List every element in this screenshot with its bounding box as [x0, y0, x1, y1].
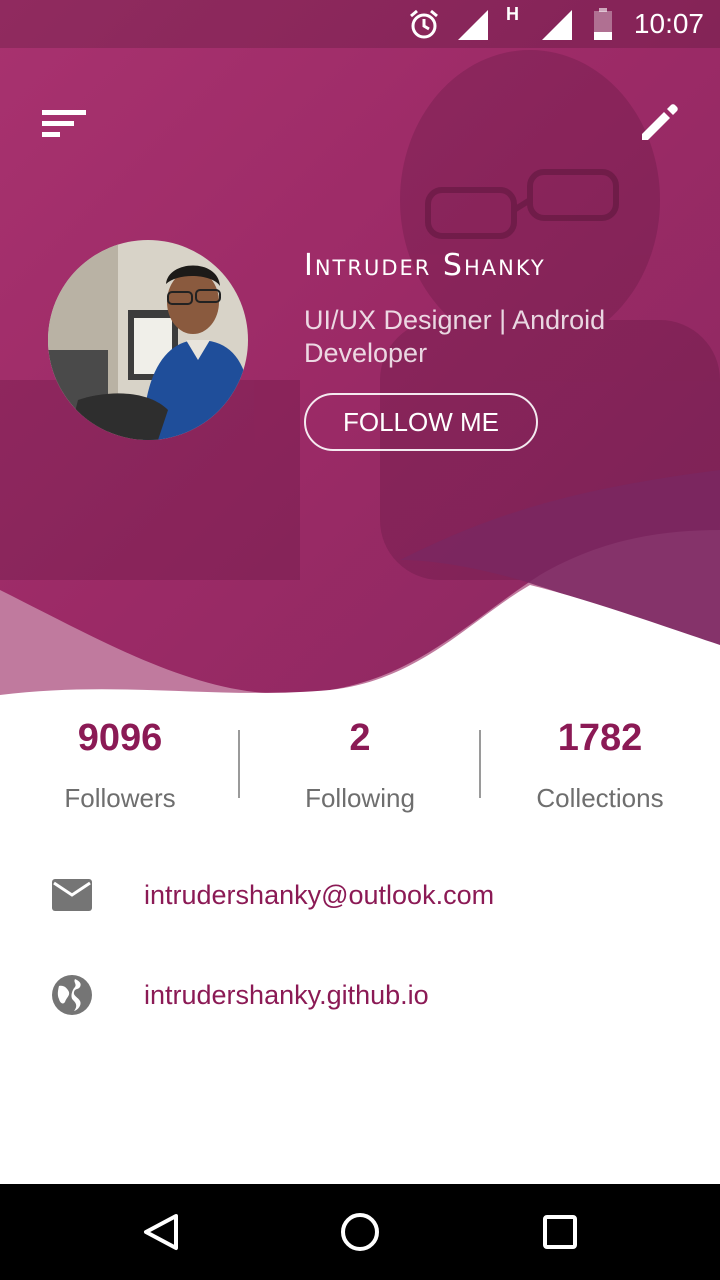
- profile-header: H 10:07 Intruder Shanky UI/UX Designer |…: [0, 0, 720, 720]
- alarm-icon: [410, 9, 438, 39]
- follow-me-button[interactable]: FOLLOW ME: [304, 393, 538, 451]
- back-icon[interactable]: [132, 1204, 188, 1260]
- email-icon: [52, 879, 92, 911]
- stat-followers[interactable]: 9096 Followers: [0, 706, 240, 826]
- contact-website: intrudershanky.github.io: [144, 980, 429, 1010]
- signal-icon: [458, 10, 488, 40]
- stat-collections[interactable]: 1782 Collections: [480, 706, 720, 826]
- stat-label: Collections: [536, 783, 664, 813]
- pencil-edit-icon[interactable]: [632, 94, 688, 150]
- status-time: 10:07: [633, 8, 704, 39]
- battery-icon: [594, 8, 612, 40]
- stat-label: Followers: [64, 783, 176, 813]
- globe-icon: [52, 975, 92, 1015]
- contact-email-row[interactable]: intrudershanky@outlook.com: [0, 855, 720, 935]
- sort-menu-icon[interactable]: [36, 100, 92, 148]
- signal-h-icon: [542, 10, 572, 40]
- system-nav-bar: [0, 1184, 720, 1280]
- avatar[interactable]: [48, 240, 248, 440]
- stat-label: Following: [305, 783, 415, 813]
- recents-icon[interactable]: [532, 1204, 588, 1260]
- contact-website-row[interactable]: intrudershanky.github.io: [0, 955, 720, 1035]
- profile-name: Intruder Shanky: [304, 248, 546, 283]
- network-type-label: H: [506, 4, 519, 24]
- stat-following[interactable]: 2 Following: [240, 706, 480, 826]
- status-bar: H 10:07: [0, 0, 720, 48]
- profile-title: UI/UX Designer | Android Developer: [304, 305, 606, 368]
- stat-value: 2: [349, 717, 371, 759]
- home-icon[interactable]: [332, 1204, 388, 1260]
- stats-row: 9096 Followers 2 Following 1782 Collecti…: [0, 706, 720, 826]
- stat-value: 1782: [557, 717, 643, 759]
- profile-photo: [48, 240, 248, 440]
- contact-email: intrudershanky@outlook.com: [144, 880, 495, 910]
- stat-value: 9096: [77, 717, 163, 759]
